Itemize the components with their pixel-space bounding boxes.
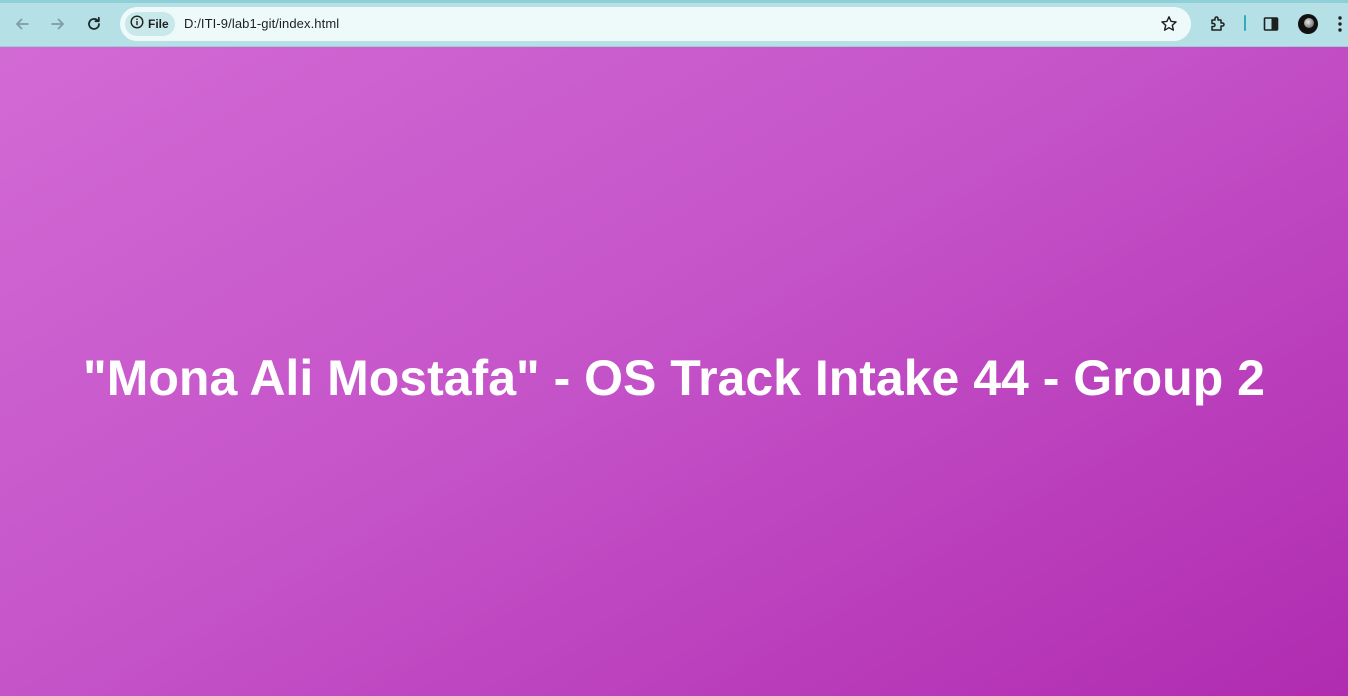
star-icon[interactable]	[1160, 15, 1178, 33]
back-button[interactable]	[8, 10, 36, 38]
site-info-chip-label: File	[148, 17, 169, 31]
info-icon	[130, 14, 144, 34]
url-text[interactable]: D:/ITI-9/lab1-git/index.html	[184, 16, 339, 31]
page-heading: "Mona Ali Mostafa" - OS Track Intake 44 …	[83, 349, 1265, 406]
reload-button[interactable]	[80, 10, 108, 38]
puzzle-icon[interactable]	[1207, 13, 1229, 35]
browser-window: File D:/ITI-9/lab1-git/index.html "Mona …	[0, 0, 1348, 696]
back-arrow-icon	[14, 16, 30, 32]
toolbar-divider	[1244, 15, 1246, 31]
side-panel-icon[interactable]	[1260, 13, 1282, 35]
avatar[interactable]	[1298, 14, 1318, 34]
tab-strip-edge	[0, 0, 1348, 3]
address-bar[interactable]: File D:/ITI-9/lab1-git/index.html	[120, 7, 1191, 41]
site-info-chip[interactable]: File	[125, 12, 175, 36]
avatar-image	[1304, 18, 1314, 28]
forward-button[interactable]	[44, 10, 72, 38]
kebab-menu-icon[interactable]	[1333, 13, 1347, 35]
reload-icon	[86, 16, 102, 32]
browser-toolbar: File D:/ITI-9/lab1-git/index.html	[0, 0, 1348, 47]
forward-arrow-icon	[50, 16, 66, 32]
page-content: "Mona Ali Mostafa" - OS Track Intake 44 …	[0, 47, 1348, 696]
